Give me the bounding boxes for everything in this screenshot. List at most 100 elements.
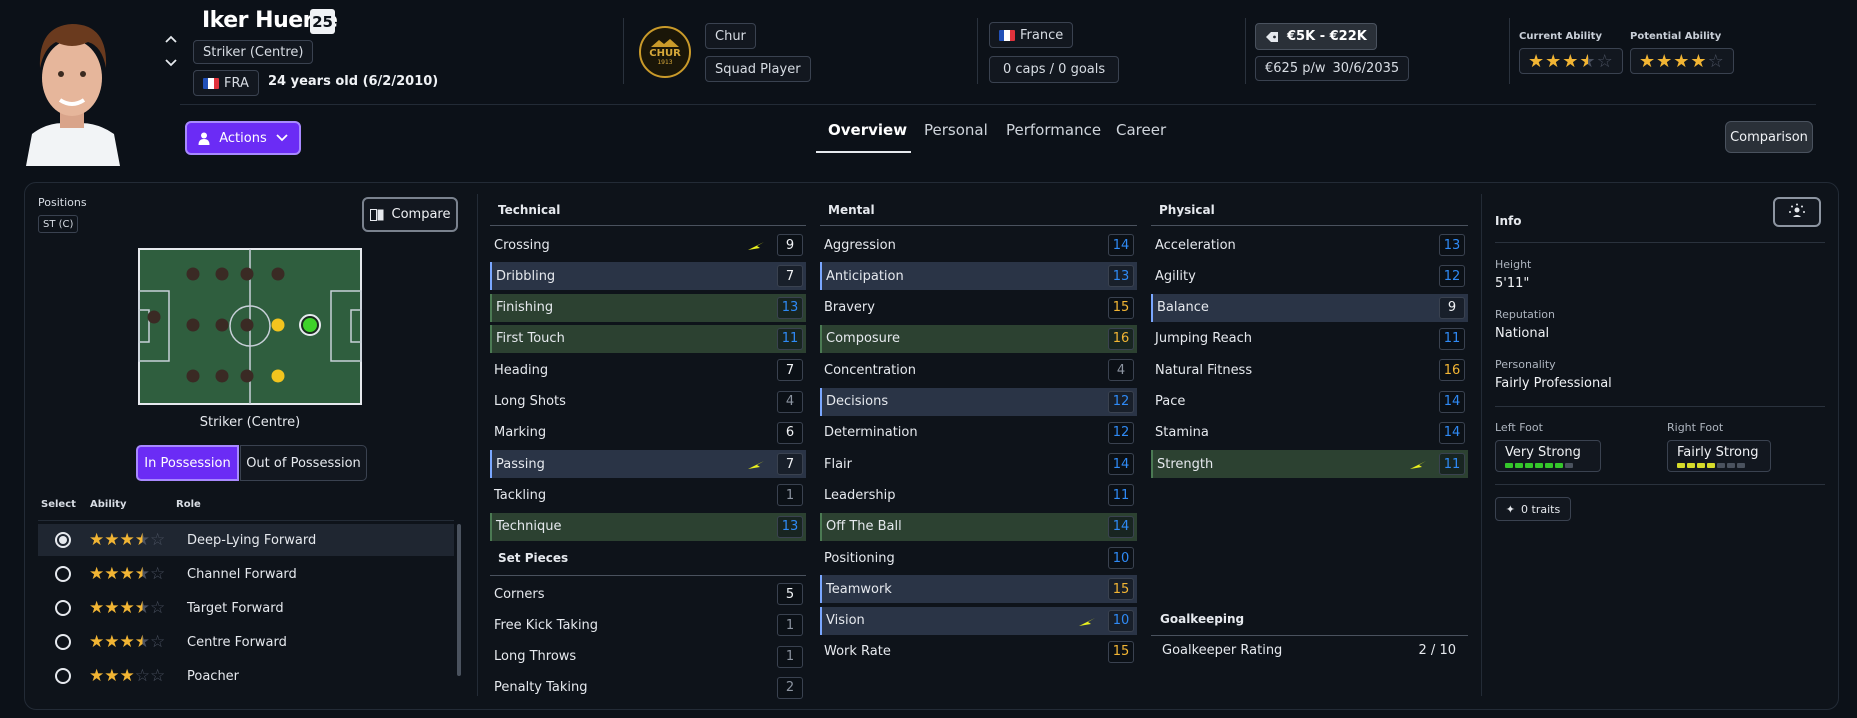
star-full-icon: ★: [1528, 50, 1546, 72]
roles-header-ability: Ability: [90, 499, 127, 510]
physical-heading: Physical: [1159, 203, 1215, 217]
attribute-row[interactable]: Long Shots 4: [490, 388, 806, 416]
attribute-row[interactable]: Flair 14: [820, 450, 1137, 478]
attribute-row[interactable]: Technique 13: [490, 512, 806, 541]
tab-overview[interactable]: Overview: [828, 121, 907, 139]
attribute-row[interactable]: Long Throws 1: [490, 643, 806, 671]
club-name-pill[interactable]: Chur: [705, 23, 756, 49]
actions-button[interactable]: Actions: [185, 121, 301, 155]
attribute-row[interactable]: Concentration 4: [820, 356, 1137, 384]
attribute-value: 11: [777, 327, 803, 350]
in-possession-button[interactable]: In Possession: [136, 445, 239, 481]
info-settings-button[interactable]: [1773, 197, 1821, 227]
attribute-name: Acceleration: [1155, 237, 1236, 253]
tab-personal[interactable]: Personal: [924, 121, 988, 139]
trend-arrow-icon: [748, 242, 764, 250]
roles-scrollbar[interactable]: [457, 524, 461, 676]
attribute-row[interactable]: Heading 7: [490, 356, 806, 384]
attribute-value: 14: [1108, 453, 1134, 476]
info-rule-3: [1495, 484, 1825, 485]
role-row[interactable]: ★★★★☆ Channel Forward: [38, 558, 454, 590]
comparison-button[interactable]: Comparison: [1725, 121, 1813, 153]
attribute-name: Long Throws: [494, 649, 577, 665]
attribute-row[interactable]: Jumping Reach 11: [1151, 325, 1468, 353]
value-pill[interactable]: €5K - €22K: [1255, 23, 1377, 50]
attribute-row[interactable]: Decisions 12: [820, 387, 1137, 416]
age-dob: 24 years old (6/2/2010): [268, 74, 439, 89]
attribute-value: 14: [1439, 390, 1465, 413]
attribute-row[interactable]: Pace 14: [1151, 388, 1468, 416]
role-stars: ★★★★☆: [89, 564, 182, 584]
attribute-row[interactable]: Dribbling 7: [490, 262, 806, 291]
attribute-name: Pace: [1155, 394, 1186, 409]
attribute-row[interactable]: Penalty Taking 2: [490, 674, 806, 702]
role-radio[interactable]: [55, 600, 71, 616]
traits-button[interactable]: ✦ 0 traits: [1495, 497, 1571, 521]
attribute-row[interactable]: Marking 6: [490, 419, 806, 447]
role-radio[interactable]: [55, 566, 71, 582]
contract-end: 30/6/2035: [1332, 61, 1400, 76]
foot-strength-segment: [1565, 463, 1573, 468]
compare-button[interactable]: Compare: [362, 197, 458, 232]
chevron-up-icon[interactable]: [164, 33, 178, 47]
role-name: Poacher: [187, 668, 240, 684]
attribute-row[interactable]: Leadership 11: [820, 481, 1137, 509]
attribute-row[interactable]: Corners 5: [490, 580, 806, 608]
right-foot-value: Fairly Strong: [1677, 445, 1759, 460]
attribute-value: 16: [1439, 359, 1465, 382]
attribute-row[interactable]: Finishing 13: [490, 293, 806, 322]
role-radio[interactable]: [55, 532, 71, 548]
tab-career[interactable]: Career: [1116, 121, 1166, 139]
chevron-down-icon[interactable]: [164, 57, 178, 72]
squad-status: Squad Player: [715, 61, 801, 77]
attribute-name: Free Kick Taking: [494, 617, 599, 633]
out-of-possession-button[interactable]: Out of Possession: [240, 445, 367, 481]
attribute-row[interactable]: Agility 12: [1151, 262, 1468, 290]
attribute-row[interactable]: Acceleration 13: [1151, 231, 1468, 259]
role-radio[interactable]: [55, 634, 71, 650]
attribute-row[interactable]: Tackling 1: [490, 481, 806, 509]
sparkle-icon: ✦: [1505, 502, 1516, 516]
attribute-row[interactable]: Anticipation 13: [820, 262, 1137, 291]
role-row[interactable]: ★★★★☆ Centre Forward: [38, 626, 454, 658]
attribute-row[interactable]: Bravery 15: [820, 294, 1137, 322]
attribute-row[interactable]: Passing 7: [490, 450, 806, 479]
personality-value: Fairly Professional: [1495, 376, 1612, 391]
price-tag-icon: [1266, 31, 1278, 42]
right-foot-bar: [1677, 463, 1761, 468]
attribute-row[interactable]: Stamina 14: [1151, 419, 1468, 447]
height-label: Height: [1495, 258, 1532, 271]
role-name: Channel Forward: [187, 566, 297, 582]
role-name: Deep-Lying Forward: [187, 532, 317, 548]
attribute-row[interactable]: Natural Fitness 16: [1151, 356, 1468, 384]
attribute-row[interactable]: Determination 12: [820, 419, 1137, 447]
role-row[interactable]: ★★★★☆ Deep-Lying Forward: [38, 524, 454, 556]
attribute-row[interactable]: Aggression 14: [820, 231, 1137, 259]
attribute-name: Work Rate: [824, 644, 891, 660]
position-dot: [271, 267, 285, 281]
club-badge[interactable]: CHUR 1913: [639, 26, 691, 78]
attribute-value: 9: [777, 234, 803, 256]
attribute-row[interactable]: Vision 10: [820, 606, 1137, 635]
attribute-row[interactable]: Crossing 9: [490, 231, 806, 259]
role-row[interactable]: ★★★☆☆ Poacher: [38, 660, 454, 692]
attribute-row[interactable]: Free Kick Taking 1: [490, 611, 806, 639]
attribute-row[interactable]: Positioning 10: [820, 544, 1137, 572]
traits-value: 0 traits: [1521, 502, 1561, 516]
left-foot-bar: [1505, 463, 1591, 468]
attribute-row[interactable]: Strength 11: [1151, 450, 1468, 479]
star-half-icon: ★: [134, 530, 150, 550]
attribute-row[interactable]: Off The Ball 14: [820, 512, 1137, 541]
attribute-row[interactable]: Composure 16: [820, 324, 1137, 353]
star-full-icon: ★: [1545, 50, 1563, 72]
attribute-row[interactable]: First Touch 11: [490, 324, 806, 353]
tab-performance[interactable]: Performance: [1006, 121, 1101, 139]
role-row[interactable]: ★★★★☆ Target Forward: [38, 592, 454, 624]
attribute-row[interactable]: Work Rate 15: [820, 638, 1137, 666]
country-pill[interactable]: France: [989, 22, 1074, 48]
attribute-row[interactable]: Balance 9: [1151, 293, 1468, 322]
attribute-row[interactable]: Teamwork 15: [820, 575, 1137, 604]
star-empty-icon: ☆: [1707, 50, 1725, 72]
foot-strength-segment: [1737, 463, 1745, 468]
role-radio[interactable]: [55, 668, 71, 684]
